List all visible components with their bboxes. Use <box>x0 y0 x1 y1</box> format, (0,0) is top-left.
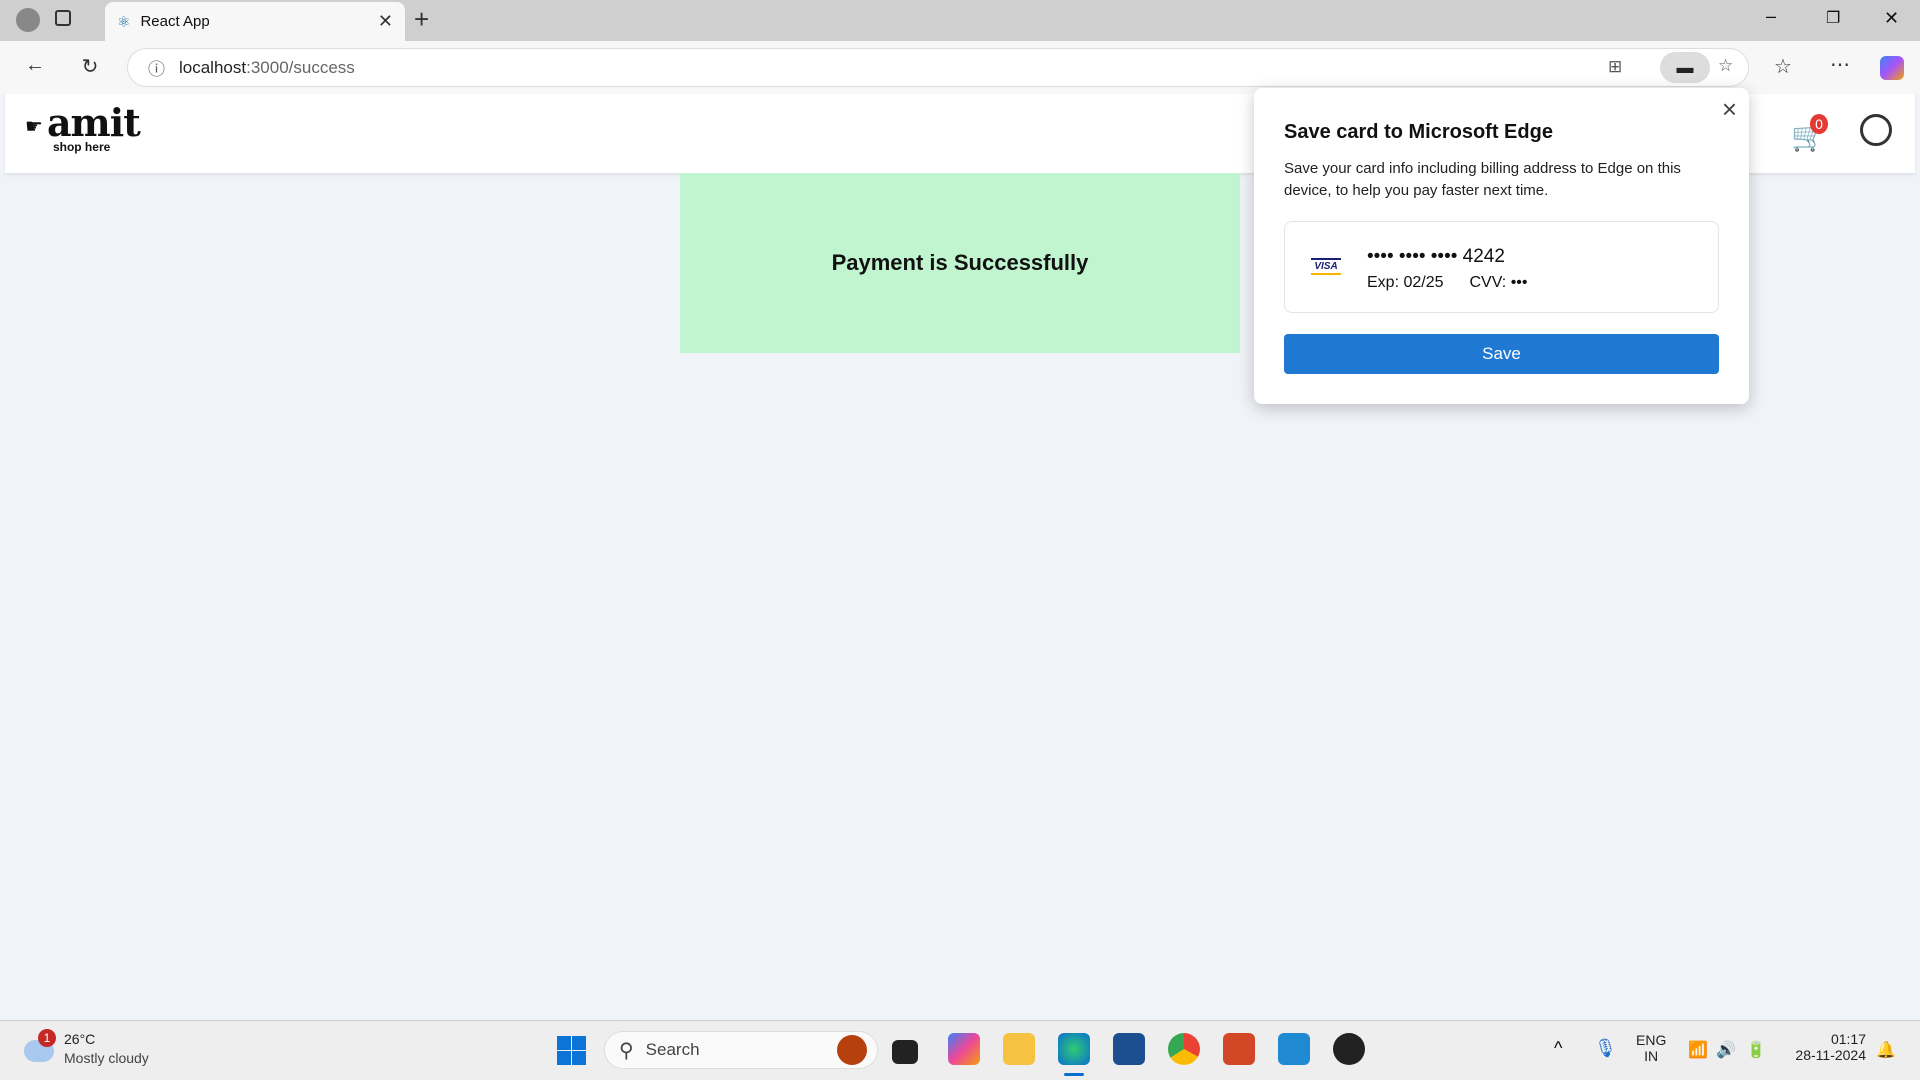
active-indicator <box>1064 1073 1084 1076</box>
weather-desc: Mostly cloudy <box>64 1050 149 1066</box>
favorites-icon[interactable]: ☆ <box>1768 54 1798 79</box>
popup-description: Save your card info including billing ad… <box>1284 160 1681 199</box>
region-code: IN <box>1644 1048 1659 1064</box>
profile-avatar[interactable] <box>16 8 40 32</box>
card-number: •••• •••• •••• 4242 <box>1367 246 1505 267</box>
notification-bell-icon[interactable]: 🔔 <box>1876 1040 1896 1060</box>
react-icon: ⚛ <box>117 13 131 31</box>
save-card-popup: × Save card to Microsoft Edge Save your … <box>1254 88 1749 404</box>
chrome-icon[interactable] <box>1168 1033 1200 1065</box>
edge-icon[interactable] <box>1058 1033 1090 1065</box>
url-host: localhost <box>179 57 247 77</box>
start-icon[interactable] <box>557 1036 586 1065</box>
minimize-button[interactable]: – <box>1766 6 1776 27</box>
back-icon[interactable]: ← <box>20 54 50 77</box>
save-button[interactable]: Save <box>1284 334 1719 374</box>
file-explorer-icon[interactable] <box>1003 1033 1035 1065</box>
logo[interactable]: ☛ amit shop here <box>25 100 141 155</box>
popup-title: Save card to Microsoft Edge <box>1284 121 1553 143</box>
cart-badge: 0 <box>1810 114 1828 134</box>
show-hidden-icons[interactable]: ^ <box>1554 1038 1562 1059</box>
obs-icon[interactable] <box>1333 1033 1365 1065</box>
tab-actions-icon[interactable] <box>55 10 71 26</box>
weather-badge: 1 <box>38 1029 56 1047</box>
tab-strip: ⚛ React App ✕ + – ❐ ✕ <box>0 0 1920 41</box>
wifi-icon[interactable]: 📶 <box>1688 1040 1708 1060</box>
search-placeholder: Search <box>645 1040 700 1059</box>
close-window-button[interactable]: ✕ <box>1884 8 1899 29</box>
tab-react-app[interactable]: ⚛ React App ✕ <box>105 2 405 41</box>
user-account-icon[interactable] <box>1860 114 1892 146</box>
hand-cart-icon: ☛ <box>25 116 43 138</box>
search-highlight-icon <box>837 1035 867 1065</box>
store-icon[interactable] <box>1113 1033 1145 1065</box>
new-tab-button[interactable]: + <box>414 4 429 35</box>
volume-icon[interactable]: 🔊 <box>1716 1040 1736 1060</box>
close-icon[interactable]: × <box>1722 94 1737 125</box>
clock-date[interactable]: 28-11-2024 <box>1786 1047 1866 1063</box>
clock-time[interactable]: 01:17 <box>1786 1031 1866 1047</box>
site-info-icon[interactable]: ⓘ <box>148 55 165 80</box>
url-path: :3000/success <box>246 57 355 77</box>
taskbar-search[interactable]: ⚲ Search <box>604 1031 878 1069</box>
address-bar[interactable]: ⓘ localhost:3000/success ⊞ ▬ ☆ <box>127 48 1749 87</box>
restore-button[interactable]: ❐ <box>1826 8 1840 28</box>
success-message: Payment is Successfully <box>831 250 1089 275</box>
close-tab-icon[interactable]: ✕ <box>378 11 393 32</box>
copilot-app-icon[interactable] <box>948 1033 980 1065</box>
language-code[interactable]: ENG <box>1636 1032 1666 1048</box>
refresh-icon[interactable]: ↻ <box>75 54 105 79</box>
copilot-icon[interactable] <box>1880 56 1904 80</box>
app-available-icon[interactable]: ⊞ <box>1608 57 1622 77</box>
search-icon: ⚲ <box>619 1039 634 1062</box>
battery-icon[interactable]: 🔋 <box>1746 1040 1766 1060</box>
tab-title: React App <box>140 13 210 30</box>
visa-icon: VISA <box>1311 258 1341 275</box>
microphone-icon[interactable]: 🎙 <box>1594 1038 1617 1059</box>
vscode-icon[interactable] <box>1278 1033 1310 1065</box>
card-expiry: Exp: 02/25 <box>1367 274 1444 291</box>
favorite-star-icon[interactable]: ☆ <box>1718 56 1733 76</box>
weather-temp: 26°C <box>64 1031 96 1047</box>
card-icon[interactable]: ▬ <box>1660 52 1710 83</box>
powerpoint-icon[interactable] <box>1223 1033 1255 1065</box>
logo-brand: amit <box>46 100 141 145</box>
card-summary: VISA •••• •••• •••• 4242 Exp: 02/25 CVV: … <box>1284 221 1719 313</box>
payment-success-panel: Payment is Successfully <box>680 173 1240 353</box>
more-icon[interactable]: ⋯ <box>1825 52 1855 77</box>
task-view-icon[interactable] <box>892 1040 918 1064</box>
card-cvv: CVV: ••• <box>1469 274 1528 291</box>
